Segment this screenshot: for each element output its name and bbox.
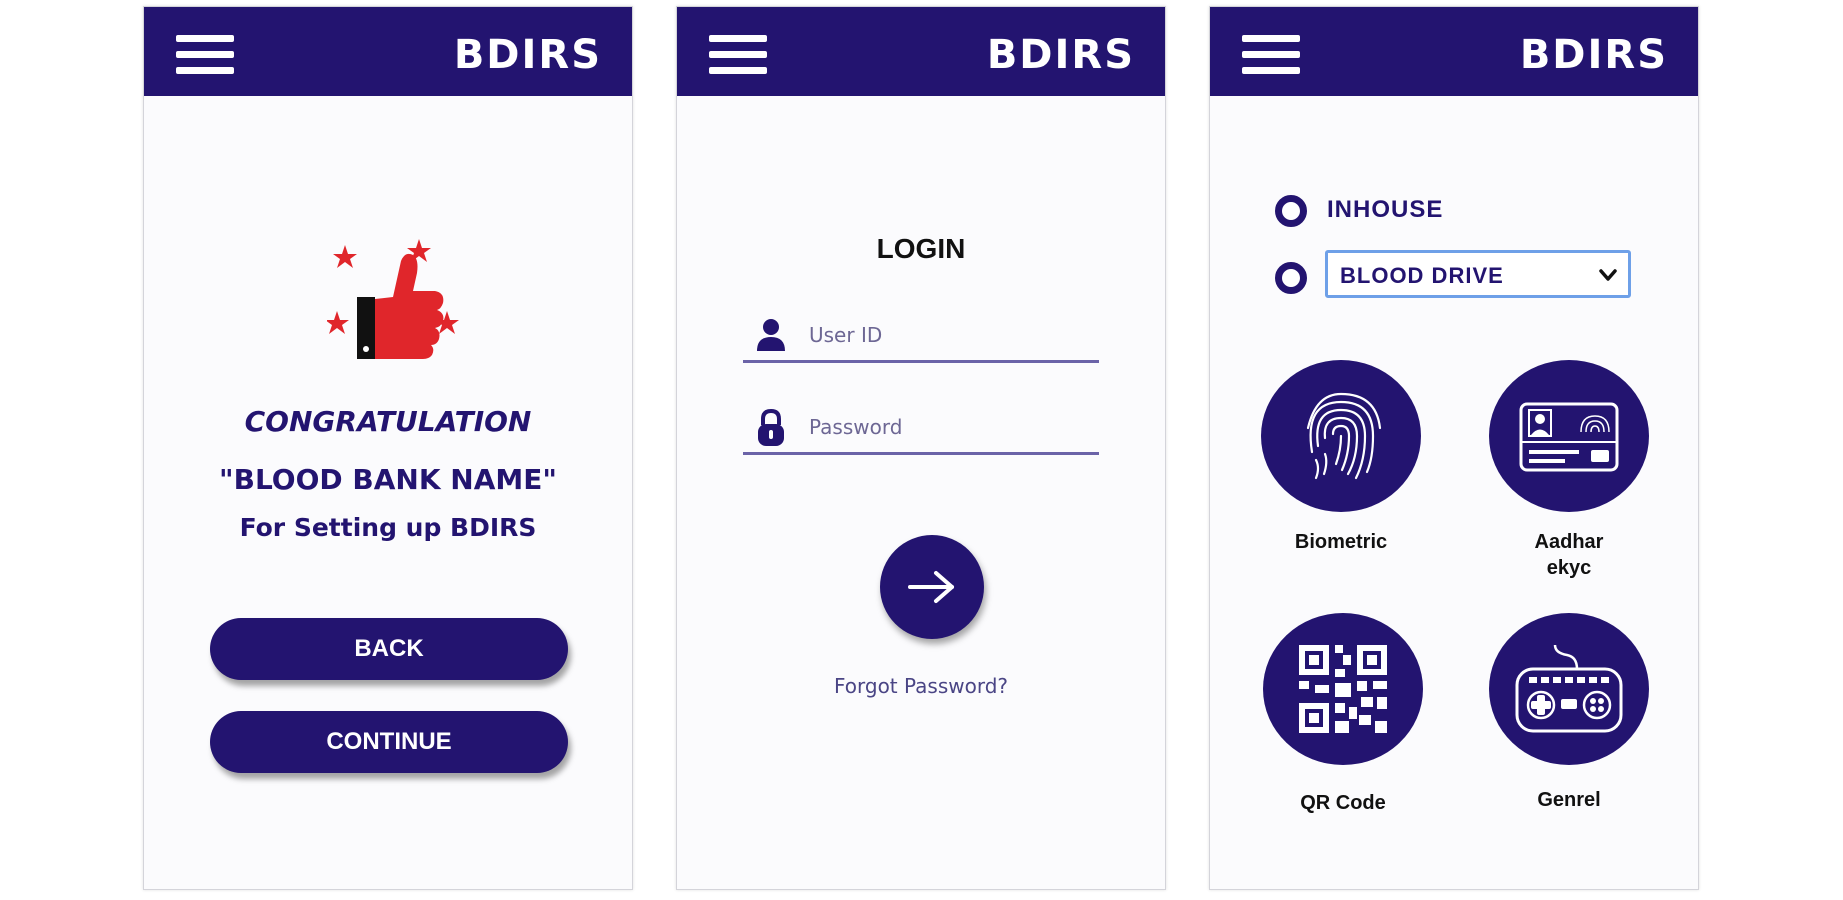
continue-button[interactable]: CONTINUE [210, 711, 568, 773]
password-underline [743, 452, 1099, 455]
arrow-right-icon [908, 571, 954, 603]
user-icon [755, 317, 787, 353]
qr-code-option[interactable] [1263, 613, 1423, 765]
biometric-option[interactable] [1261, 360, 1421, 512]
aadhar-ekyc-label: Aadhar ekyc [1534, 531, 1604, 579]
aadhar-ekyc-option[interactable] [1489, 360, 1649, 512]
login-screen: BDIRS LOGIN User ID Password Forgot Pass… [676, 6, 1166, 890]
menu-icon[interactable] [1242, 35, 1300, 75]
genrel-option[interactable] [1489, 613, 1649, 765]
app-bar: BDIRS [144, 7, 632, 96]
user-id-underline [743, 360, 1099, 363]
menu-icon[interactable] [709, 35, 767, 75]
back-button[interactable]: BACK [210, 618, 568, 680]
brand-logo: BDIRS [1519, 32, 1668, 78]
keyboard-icon [1515, 644, 1623, 733]
user-id-field[interactable]: User ID [743, 309, 1099, 363]
verification-screen: BDIRS INHOUSE BLOOD DRIVE Biometric Aadh… [1209, 6, 1699, 890]
blood-bank-name: "BLOOD BANK NAME" [219, 463, 557, 496]
chevron-down-icon [1599, 269, 1617, 281]
menu-icon[interactable] [176, 35, 234, 75]
thumbs-up-icon [325, 239, 459, 364]
user-id-placeholder: User ID [809, 323, 883, 347]
login-title: LOGIN [876, 233, 966, 264]
blood-drive-radio[interactable] [1275, 262, 1307, 294]
app-bar: BDIRS [677, 7, 1165, 96]
inhouse-label: INHOUSE [1327, 196, 1444, 223]
login-submit-button[interactable] [880, 535, 984, 639]
password-placeholder: Password [809, 415, 903, 439]
biometric-label: Biometric [1294, 531, 1388, 553]
app-bar: BDIRS [1210, 7, 1698, 96]
blood-drive-selected-value: BLOOD DRIVE [1340, 263, 1504, 288]
congratulation-title: CONGRATULATION [244, 405, 532, 438]
genrel-label: Genrel [1537, 789, 1601, 811]
setup-subtitle: For Setting up BDIRS [239, 513, 537, 542]
brand-logo: BDIRS [453, 32, 602, 78]
congratulation-screen: BDIRS CONGRATULATION "BLOOD BANK NAME" F… [143, 6, 633, 890]
qr-code-label: QR Code [1300, 792, 1386, 814]
brand-logo: BDIRS [986, 32, 1135, 78]
blood-drive-select[interactable]: BLOOD DRIVE [1325, 250, 1631, 298]
fingerprint-icon [1306, 392, 1382, 480]
lock-icon [755, 408, 787, 446]
qr-code-icon [1299, 645, 1387, 733]
forgot-password-link[interactable]: Forgot Password? [677, 674, 1165, 698]
id-card-icon [1519, 402, 1619, 472]
inhouse-radio[interactable] [1275, 195, 1307, 227]
password-field[interactable]: Password [743, 401, 1099, 455]
